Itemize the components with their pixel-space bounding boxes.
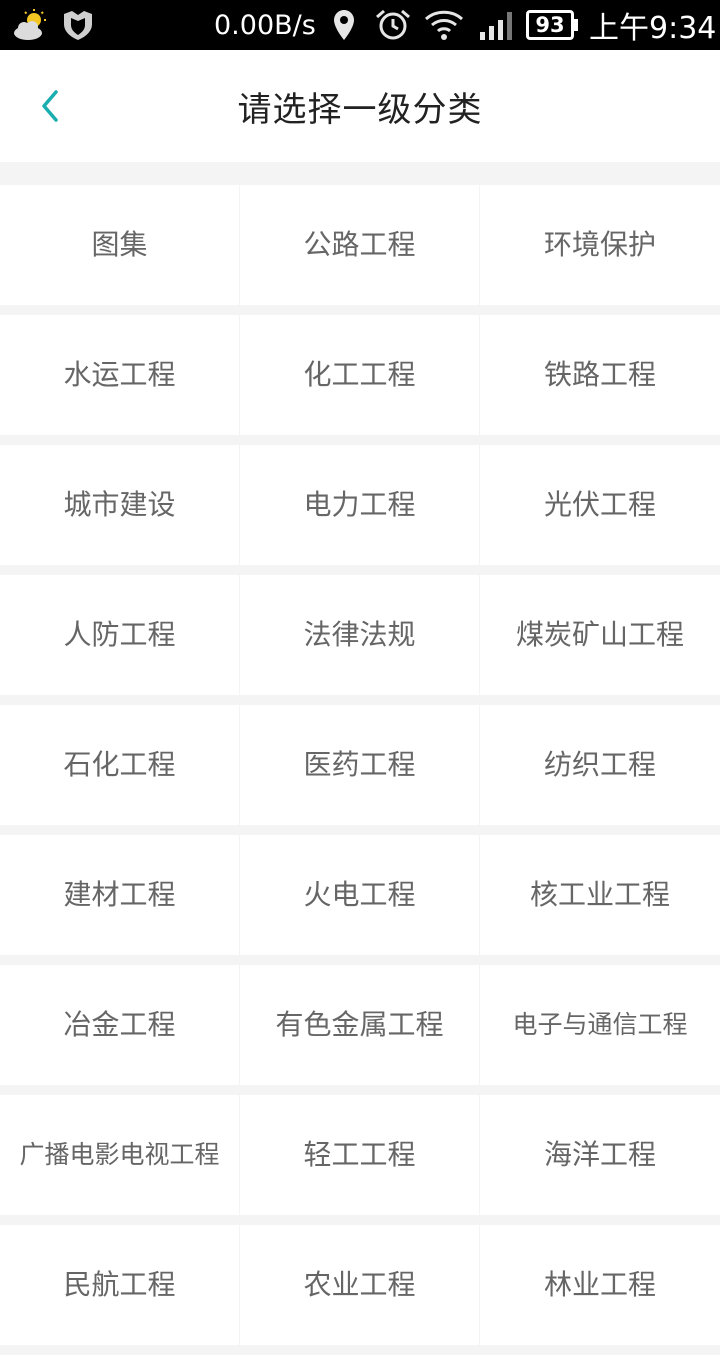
category-item[interactable]: 农业工程 [240, 1225, 479, 1345]
category-item[interactable]: 化工工程 [240, 315, 479, 435]
location-icon [332, 0, 356, 50]
category-item[interactable]: 水运工程 [0, 315, 239, 435]
signal-icon [478, 0, 518, 50]
shield-icon [60, 0, 96, 50]
category-item[interactable]: 海洋工程 [480, 1095, 720, 1215]
category-item[interactable]: 煤炭矿山工程 [480, 575, 720, 695]
category-grid: 图集 公路工程 环境保护 水运工程 化工工程 铁路工程 城市建设 电力工程 光伏… [0, 185, 720, 1355]
wifi-icon [424, 0, 464, 50]
category-item[interactable]: 人防工程 [0, 575, 239, 695]
weather-icon [12, 0, 48, 50]
clock: 上午9:34 [589, 11, 717, 46]
category-item[interactable]: 环境保护 [480, 185, 720, 305]
category-item[interactable]: 民航工程 [0, 1225, 239, 1345]
page-header: 请选择一级分类 [0, 50, 720, 162]
category-item[interactable]: 林业工程 [480, 1225, 720, 1345]
category-item[interactable]: 法律法规 [240, 575, 479, 695]
alarm-icon [374, 0, 412, 50]
category-item[interactable]: 医药工程 [240, 705, 479, 825]
category-item[interactable]: 城市建设 [0, 445, 239, 565]
category-item[interactable]: 铁路工程 [480, 315, 720, 435]
category-item[interactable]: 火电工程 [240, 835, 479, 955]
category-row: 建材工程 火电工程 核工业工程 [0, 835, 720, 955]
category-item[interactable]: 电子与通信工程 [480, 965, 720, 1085]
category-item[interactable]: 广播电影电视工程 [0, 1095, 239, 1215]
category-item[interactable]: 石化工程 [0, 705, 239, 825]
category-item[interactable]: 纺织工程 [480, 705, 720, 825]
category-item[interactable]: 图集 [0, 185, 239, 305]
category-row: 水运工程 化工工程 铁路工程 [0, 315, 720, 435]
category-row: 民航工程 农业工程 林业工程 [0, 1225, 720, 1345]
category-row: 人防工程 法律法规 煤炭矿山工程 [0, 575, 720, 695]
category-item[interactable]: 光伏工程 [480, 445, 720, 565]
category-row: 石化工程 医药工程 纺织工程 [0, 705, 720, 825]
category-item[interactable]: 核工业工程 [480, 835, 720, 955]
category-row: 图集 公路工程 环境保护 [0, 185, 720, 305]
status-bar: 0.00B/s 93 上午9:34 [0, 0, 720, 50]
battery-icon: 93 [526, 0, 578, 50]
category-item[interactable]: 公路工程 [240, 185, 479, 305]
category-item[interactable]: 有色金属工程 [240, 965, 479, 1085]
category-row: 冶金工程 有色金属工程 电子与通信工程 [0, 965, 720, 1085]
page-title: 请选择一级分类 [237, 89, 483, 130]
category-item[interactable]: 轻工工程 [240, 1095, 479, 1215]
category-item[interactable]: 电力工程 [240, 445, 479, 565]
category-row: 广播电影电视工程 轻工工程 海洋工程 [0, 1095, 720, 1215]
category-row: 城市建设 电力工程 光伏工程 [0, 445, 720, 565]
network-speed: 0.00B/s [214, 9, 316, 41]
category-item[interactable]: 冶金工程 [0, 965, 239, 1085]
category-item[interactable]: 建材工程 [0, 835, 239, 955]
battery-level: 93 [535, 13, 565, 37]
